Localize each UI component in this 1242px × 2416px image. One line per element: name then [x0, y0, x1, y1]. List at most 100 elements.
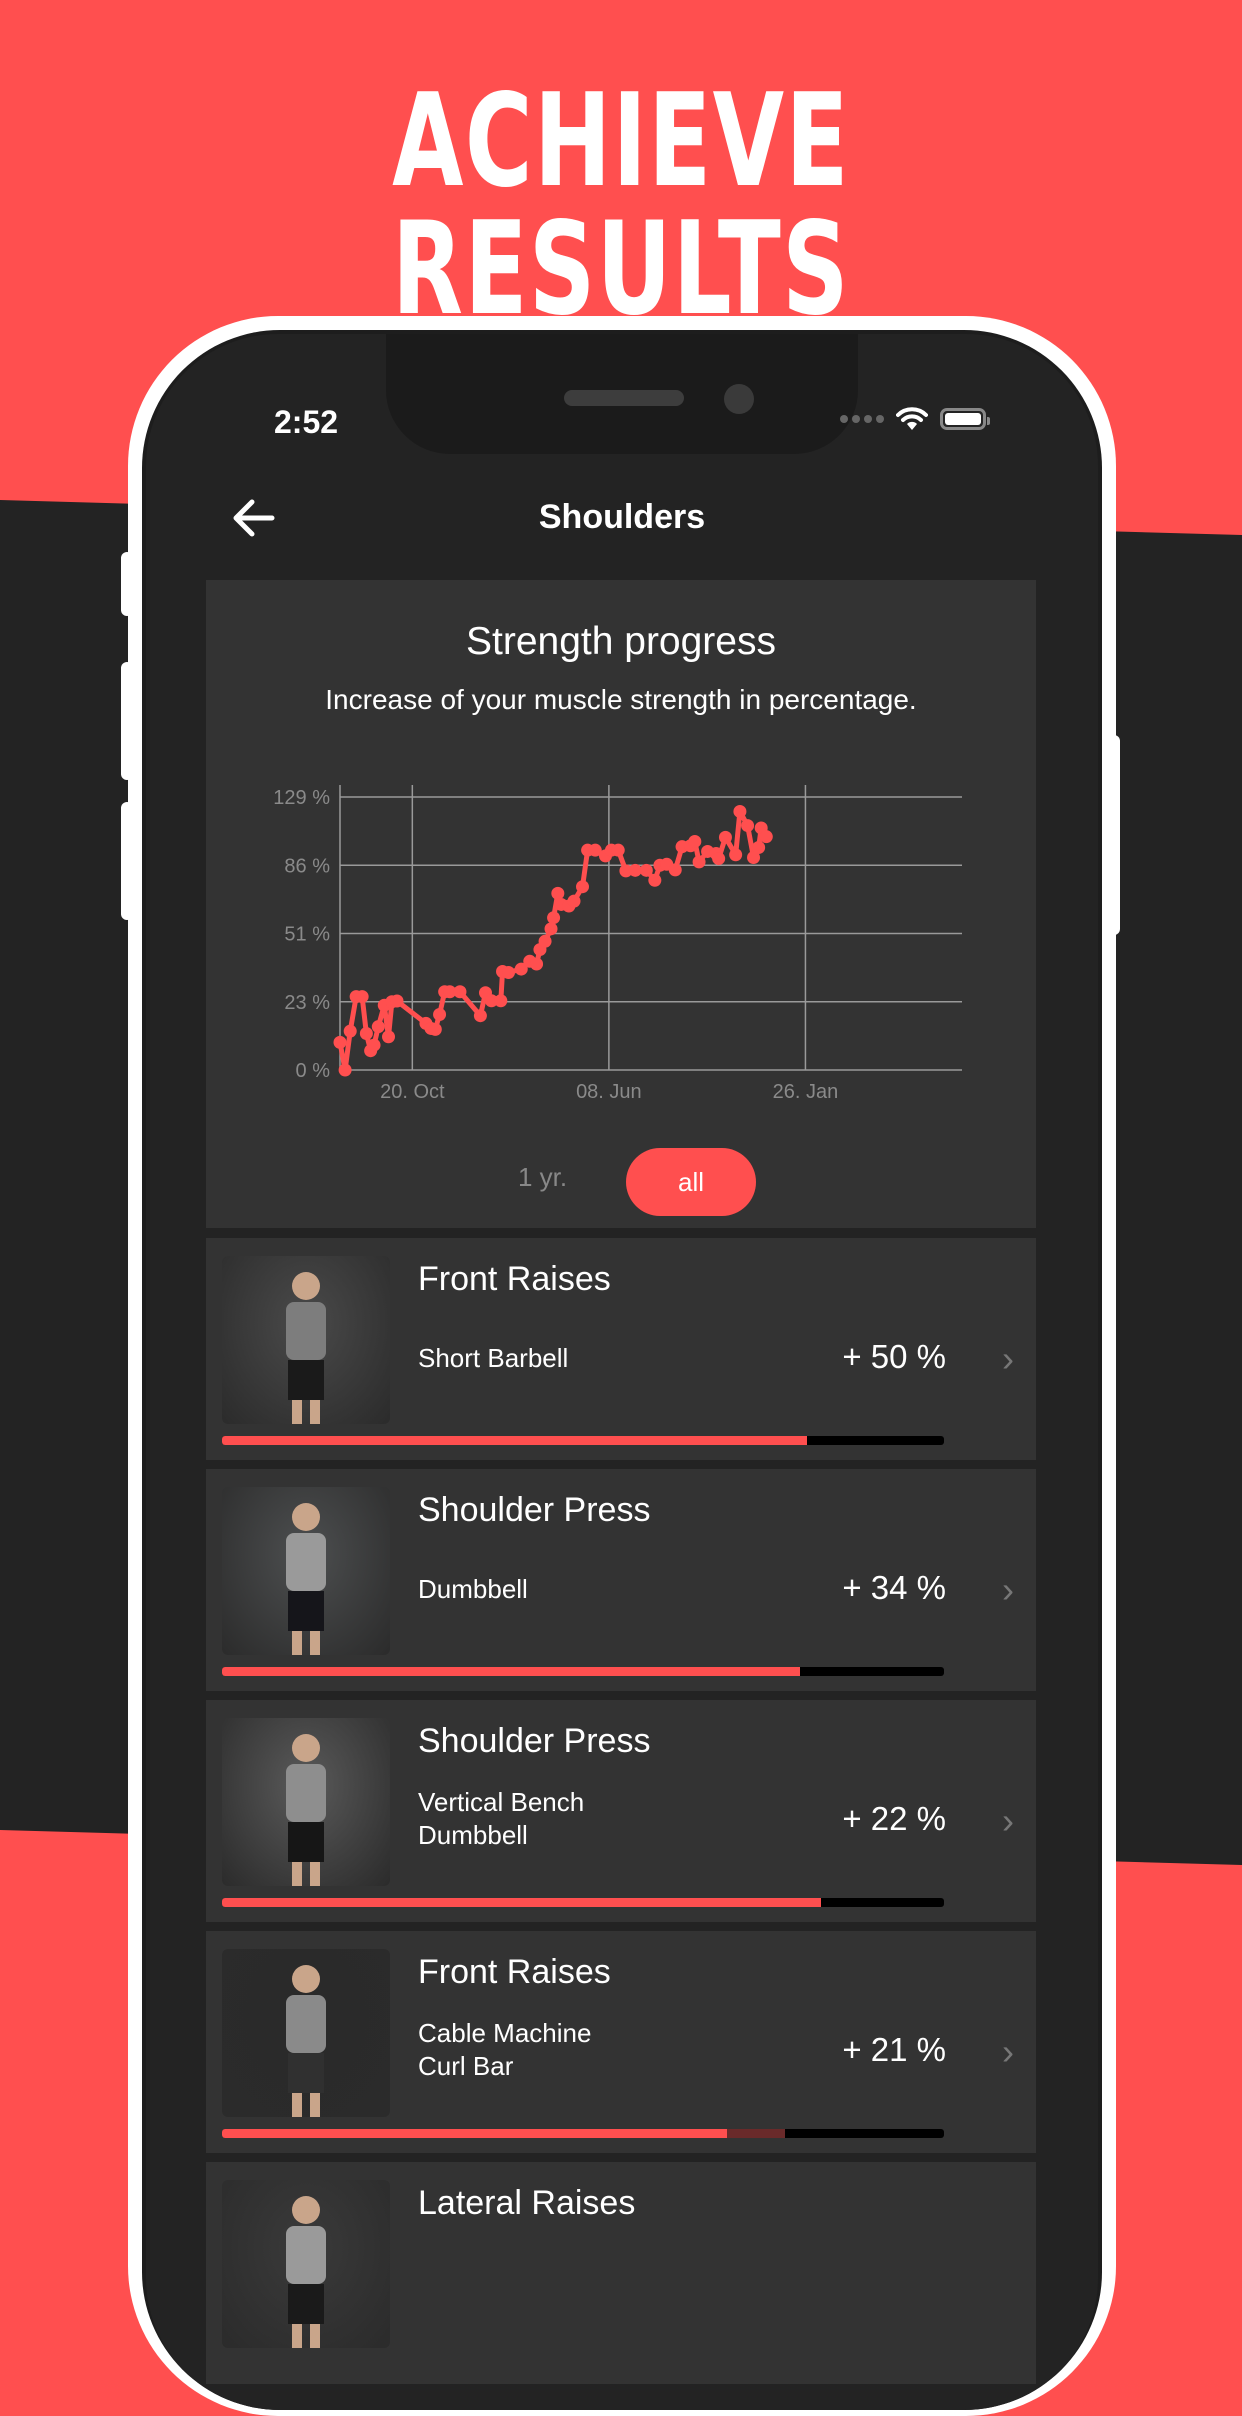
equipment-line: Dumbbell [418, 1820, 528, 1850]
data-point [752, 840, 766, 854]
strength-increase: + 21 % [842, 2031, 946, 2068]
chevron-right-icon: › [1002, 1338, 1014, 1379]
exercise-thumbnail [222, 1487, 390, 1655]
equipment-line: Vertical Bench [418, 1787, 585, 1817]
data-point [338, 1063, 352, 1077]
exercise-equipment: Short Barbell [418, 1342, 568, 1375]
person-figure-icon [286, 1965, 326, 2117]
strength-increase: + 22 % [842, 1800, 946, 1837]
x-tick-label: 20. Oct [380, 1081, 445, 1103]
exercise-thumbnail [222, 1718, 390, 1886]
data-point [544, 922, 558, 936]
data-point [494, 994, 508, 1008]
strength-increase: + 50 % [842, 1338, 946, 1375]
status-icons [840, 406, 990, 432]
x-tick-label: 08. Jun [576, 1081, 642, 1103]
data-point [712, 852, 726, 866]
strength-progress-card: Strength progress Increase of your muscl… [206, 580, 1036, 1228]
equipment-line: Short Barbell [418, 1343, 569, 1373]
x-tick-label: 26. Jan [773, 1081, 839, 1103]
data-point [359, 1027, 373, 1041]
progress-bar-fill [222, 2129, 728, 2138]
exercise-thumbnail [222, 1949, 390, 2117]
data-point [473, 1009, 487, 1023]
data-point [333, 1035, 347, 1049]
speaker-grille [564, 390, 684, 406]
strength-increase: + 34 % [842, 1569, 946, 1606]
range-toggle: 1 yr. all [206, 1148, 1036, 1216]
strength-chart: 0 % 23 % 51 % 86 % 129 % 20. Oct 08. Jun 26. Ja… [273, 785, 962, 1103]
nav-bar: Shoulders [146, 484, 1098, 550]
data-point [741, 819, 755, 833]
chevron-right-icon: › [1002, 1800, 1014, 1841]
exercise-name: Shoulder Press [418, 1722, 651, 1760]
progress-bar-fill [222, 1436, 807, 1445]
page-title: Shoulders [538, 498, 706, 536]
front-camera [724, 384, 754, 414]
data-point [453, 985, 467, 999]
exercise-name: Shoulder Press [418, 1491, 651, 1529]
data-point [648, 873, 662, 887]
exercise-thumbnail [222, 1256, 390, 1424]
data-point [688, 834, 702, 848]
data-point [567, 894, 581, 908]
data-point [538, 934, 552, 948]
data-point [371, 1020, 385, 1034]
data-point [668, 863, 682, 877]
exercise-equipment: Dumbbell [418, 1573, 528, 1606]
progress-bar-previous [727, 2129, 786, 2138]
progress-bar [222, 1898, 944, 1907]
data-point [733, 804, 747, 818]
exercise-name: Lateral Raises [418, 2184, 636, 2222]
exercise-equipment: Vertical Bench Dumbbell [418, 1786, 584, 1852]
battery-icon [940, 408, 990, 430]
data-point [729, 848, 743, 862]
wifi-icon [896, 407, 928, 430]
equipment-line: Dumbbell [418, 1574, 528, 1604]
data-point [390, 994, 404, 1008]
progress-bar-fill [222, 1667, 800, 1676]
data-point [718, 830, 732, 844]
exercise-thumbnail [222, 2180, 390, 2348]
app-screen: 2:52 Shoulders Strength progress Increas… [146, 334, 1098, 2410]
exercise-card[interactable]: Front Raises Cable Machine Curl Bar + 21 % › [206, 1931, 1036, 2153]
y-tick-label: 129 % [273, 787, 330, 809]
person-figure-icon [286, 1734, 326, 1886]
data-point [367, 1038, 381, 1052]
y-tick-label: 0 % [296, 1060, 331, 1082]
progress-bar [222, 1667, 944, 1676]
exercise-name: Front Raises [418, 1953, 611, 1991]
data-point [355, 990, 369, 1004]
notch [386, 334, 858, 454]
chevron-right-icon: › [1002, 2031, 1014, 2072]
phone-body: 2:52 Shoulders Strength progress Increas… [142, 330, 1102, 2410]
data-point [611, 843, 625, 857]
data-point [547, 911, 561, 925]
exercise-name: Front Raises [418, 1260, 611, 1298]
promo-headline: ACHIEVE RESULTS [392, 67, 850, 344]
exercise-card[interactable]: Shoulder Press Vertical Bench Dumbbell + 22… [206, 1700, 1036, 1922]
exercise-card[interactable]: Lateral Raises [206, 2162, 1036, 2384]
exercise-equipment: Cable Machine Curl Bar [418, 2017, 591, 2083]
y-tick-label: 23 % [284, 992, 330, 1014]
data-point [343, 1024, 357, 1038]
exercise-card[interactable]: Shoulder Press Dumbbell + 34 % › [206, 1469, 1036, 1691]
progress-bar [222, 2129, 944, 2138]
data-point [628, 863, 642, 877]
person-figure-icon [286, 2196, 326, 2348]
range-1yr-button[interactable]: 1 yr. [518, 1162, 567, 1193]
data-point [639, 863, 653, 877]
data-point [382, 1030, 396, 1044]
y-tick-label: 86 % [284, 855, 330, 877]
person-figure-icon [286, 1503, 326, 1655]
signal-dots-icon [840, 415, 884, 423]
exercise-card[interactable]: Front Raises Short Barbell + 50 % › [206, 1238, 1036, 1460]
range-all-button[interactable]: all [626, 1148, 756, 1216]
chevron-right-icon: › [1002, 1569, 1014, 1610]
data-point [551, 886, 565, 900]
data-point [530, 957, 544, 971]
status-time: 2:52 [274, 404, 339, 440]
progress-bar [222, 1436, 944, 1445]
person-figure-icon [286, 1272, 326, 1424]
equipment-line: Cable Machine [418, 2018, 592, 2048]
